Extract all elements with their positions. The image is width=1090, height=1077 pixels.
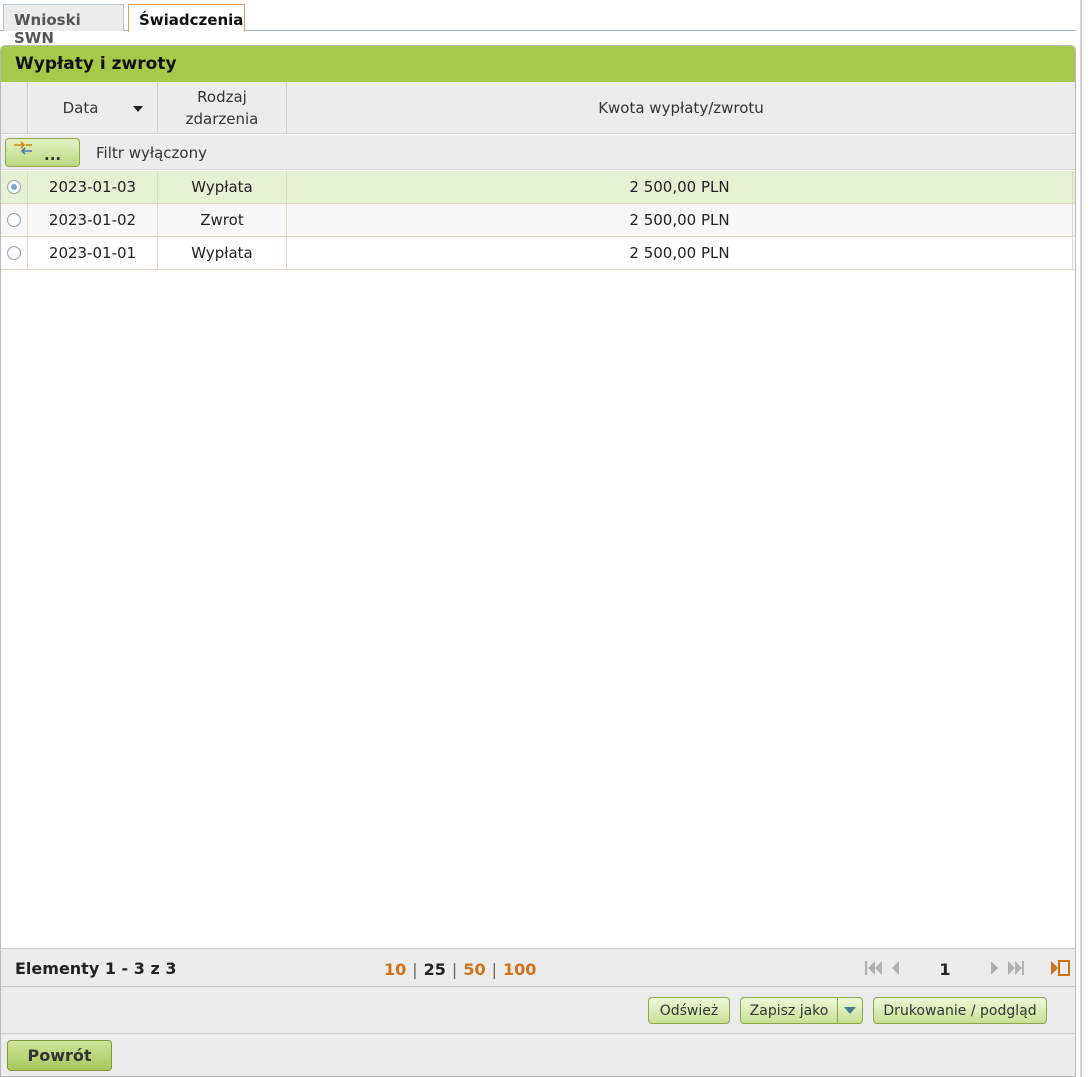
header-date[interactable]: Data	[28, 82, 158, 134]
header-select-column	[1, 82, 28, 134]
page-size-25[interactable]: 25	[424, 960, 446, 979]
grid-rows: 2023-01-03 Wypłata 2 500,00 PLN 2023-01-…	[1, 171, 1075, 270]
row-radio[interactable]	[7, 246, 21, 260]
chevron-down-icon	[844, 1007, 856, 1014]
header-amount-label: Kwota wypłaty/zwrotu	[598, 99, 764, 117]
tab-swiadczenia[interactable]: Świadczenia	[128, 4, 245, 32]
row-select-cell[interactable]	[1, 204, 28, 236]
filter-bar: ... Filtr wyłączony	[1, 135, 1075, 170]
refresh-button[interactable]: Odśwież	[648, 997, 730, 1024]
header-event-type-label: Rodzaj zdarzenia	[186, 86, 259, 130]
next-last-page-icon[interactable]	[987, 957, 1027, 979]
first-prev-page-icon[interactable]	[863, 957, 903, 979]
pager-info: Elementy 1 - 3 z 3	[15, 959, 177, 978]
table-row[interactable]: 2023-01-02 Zwrot 2 500,00 PLN	[1, 204, 1075, 237]
cell-amount: 2 500,00 PLN	[287, 171, 1073, 203]
header-amount[interactable]: Kwota wypłaty/zwrotu	[287, 82, 1075, 134]
header-event-type-line1: Rodzaj	[197, 88, 247, 106]
header-date-label: Data	[62, 99, 99, 117]
row-select-cell[interactable]	[1, 171, 28, 203]
page-size-separator: |	[412, 960, 418, 979]
filter-status: Filtr wyłączony	[96, 144, 207, 162]
filter-button-label: ...	[44, 146, 62, 164]
row-radio[interactable]	[7, 180, 21, 194]
cell-date: 2023-01-03	[28, 171, 158, 203]
page-size-50[interactable]: 50	[463, 960, 485, 979]
page-size-10[interactable]: 10	[384, 960, 406, 979]
footer-bar: Powrót	[1, 1034, 1075, 1076]
back-button[interactable]: Powrót	[7, 1040, 112, 1071]
pager: Elementy 1 - 3 z 3 10 | 25 | 50 | 100 1	[1, 948, 1075, 987]
page-size-selector: 10 | 25 | 50 | 100	[384, 960, 536, 979]
payments-panel: Wypłaty i zwroty Data Rodzaj zdarzenia K…	[0, 45, 1076, 1077]
save-as-button[interactable]: Zapisz jako	[740, 997, 838, 1024]
expand-panel-icon[interactable]	[1049, 957, 1071, 979]
page-size-separator: |	[451, 960, 458, 979]
cell-type: Zwrot	[158, 204, 287, 236]
tab-wnioski-swn[interactable]: Wnioski SWN	[3, 4, 124, 47]
cell-date: 2023-01-02	[28, 204, 158, 236]
action-bar: Odśwież Zapisz jako Drukowanie / podgląd	[1, 987, 1075, 1034]
table-row[interactable]: 2023-01-01 Wypłata 2 500,00 PLN	[1, 237, 1075, 270]
cell-type: Wypłata	[158, 237, 287, 269]
row-select-cell[interactable]	[1, 237, 28, 269]
current-page[interactable]: 1	[931, 960, 959, 979]
page-size-100[interactable]: 100	[503, 960, 536, 979]
row-radio[interactable]	[7, 213, 21, 227]
grid-header: Data Rodzaj zdarzenia Kwota wypłaty/zwro…	[1, 82, 1075, 134]
tab-bar: Wnioski SWN Świadczenia	[0, 0, 1076, 47]
page-size-separator: |	[491, 960, 497, 979]
window-scrollbar[interactable]	[1080, 0, 1090, 1077]
cell-amount: 2 500,00 PLN	[287, 237, 1073, 269]
header-event-type-line2: zdarzenia	[185, 110, 259, 128]
sort-desc-icon[interactable]	[133, 106, 143, 112]
filter-arrows-icon	[14, 141, 32, 155]
cell-type: Wypłata	[158, 171, 287, 203]
cell-amount: 2 500,00 PLN	[287, 204, 1073, 236]
table-row[interactable]: 2023-01-03 Wypłata 2 500,00 PLN	[1, 171, 1075, 204]
panel-title: Wypłaty i zwroty	[1, 46, 1075, 82]
header-event-type[interactable]: Rodzaj zdarzenia	[158, 82, 287, 134]
save-as-dropdown[interactable]	[837, 997, 863, 1024]
cell-date: 2023-01-01	[28, 237, 158, 269]
app-root: Wnioski SWN Świadczenia Wypłaty i zwroty…	[0, 0, 1090, 1077]
filter-button[interactable]: ...	[5, 138, 80, 167]
print-preview-button[interactable]: Drukowanie / podgląd	[873, 997, 1047, 1024]
